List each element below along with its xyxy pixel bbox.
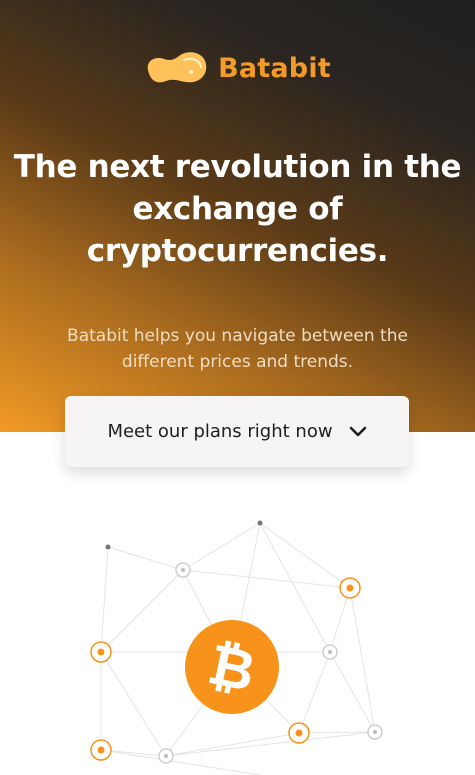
headline-line: cryptocurrencies.: [86, 233, 389, 269]
subtitle-line: different prices and trends.: [121, 352, 354, 372]
network-node-icon: [90, 641, 112, 663]
chevron-down-icon: [349, 426, 366, 436]
crypto-network-illustration: ₿: [90, 520, 383, 775]
headline-line: exchange of: [132, 191, 343, 227]
network-node-icon: [288, 722, 310, 744]
network-node-icon: [257, 520, 263, 526]
brand-name: Batabit: [218, 52, 331, 84]
bitcoin-icon: ₿: [185, 620, 279, 714]
page-title: The next revolution in the exchange of c…: [0, 146, 475, 272]
network-node-icon: [175, 562, 191, 578]
network-node-icon: [105, 544, 111, 550]
meet-plans-button[interactable]: Meet our plans right now: [65, 396, 409, 467]
meet-plans-label: Meet our plans right now: [107, 421, 333, 442]
network-node-icon: [158, 748, 174, 764]
batabit-logo-icon: [147, 52, 207, 83]
network-node-icon: [367, 724, 383, 740]
logo[interactable]: Batabit: [0, 48, 475, 88]
network-node-icon: [90, 739, 112, 761]
network-node-icon: [322, 644, 338, 660]
network-node-icon: [339, 577, 361, 599]
hero-subtitle: Batabit helps you navigate between the d…: [0, 323, 475, 375]
subtitle-line: Batabit helps you navigate between the: [67, 326, 408, 346]
headline-line: The next revolution in the: [13, 149, 462, 185]
hero-section: Batabit The next revolution in the excha…: [0, 0, 475, 432]
